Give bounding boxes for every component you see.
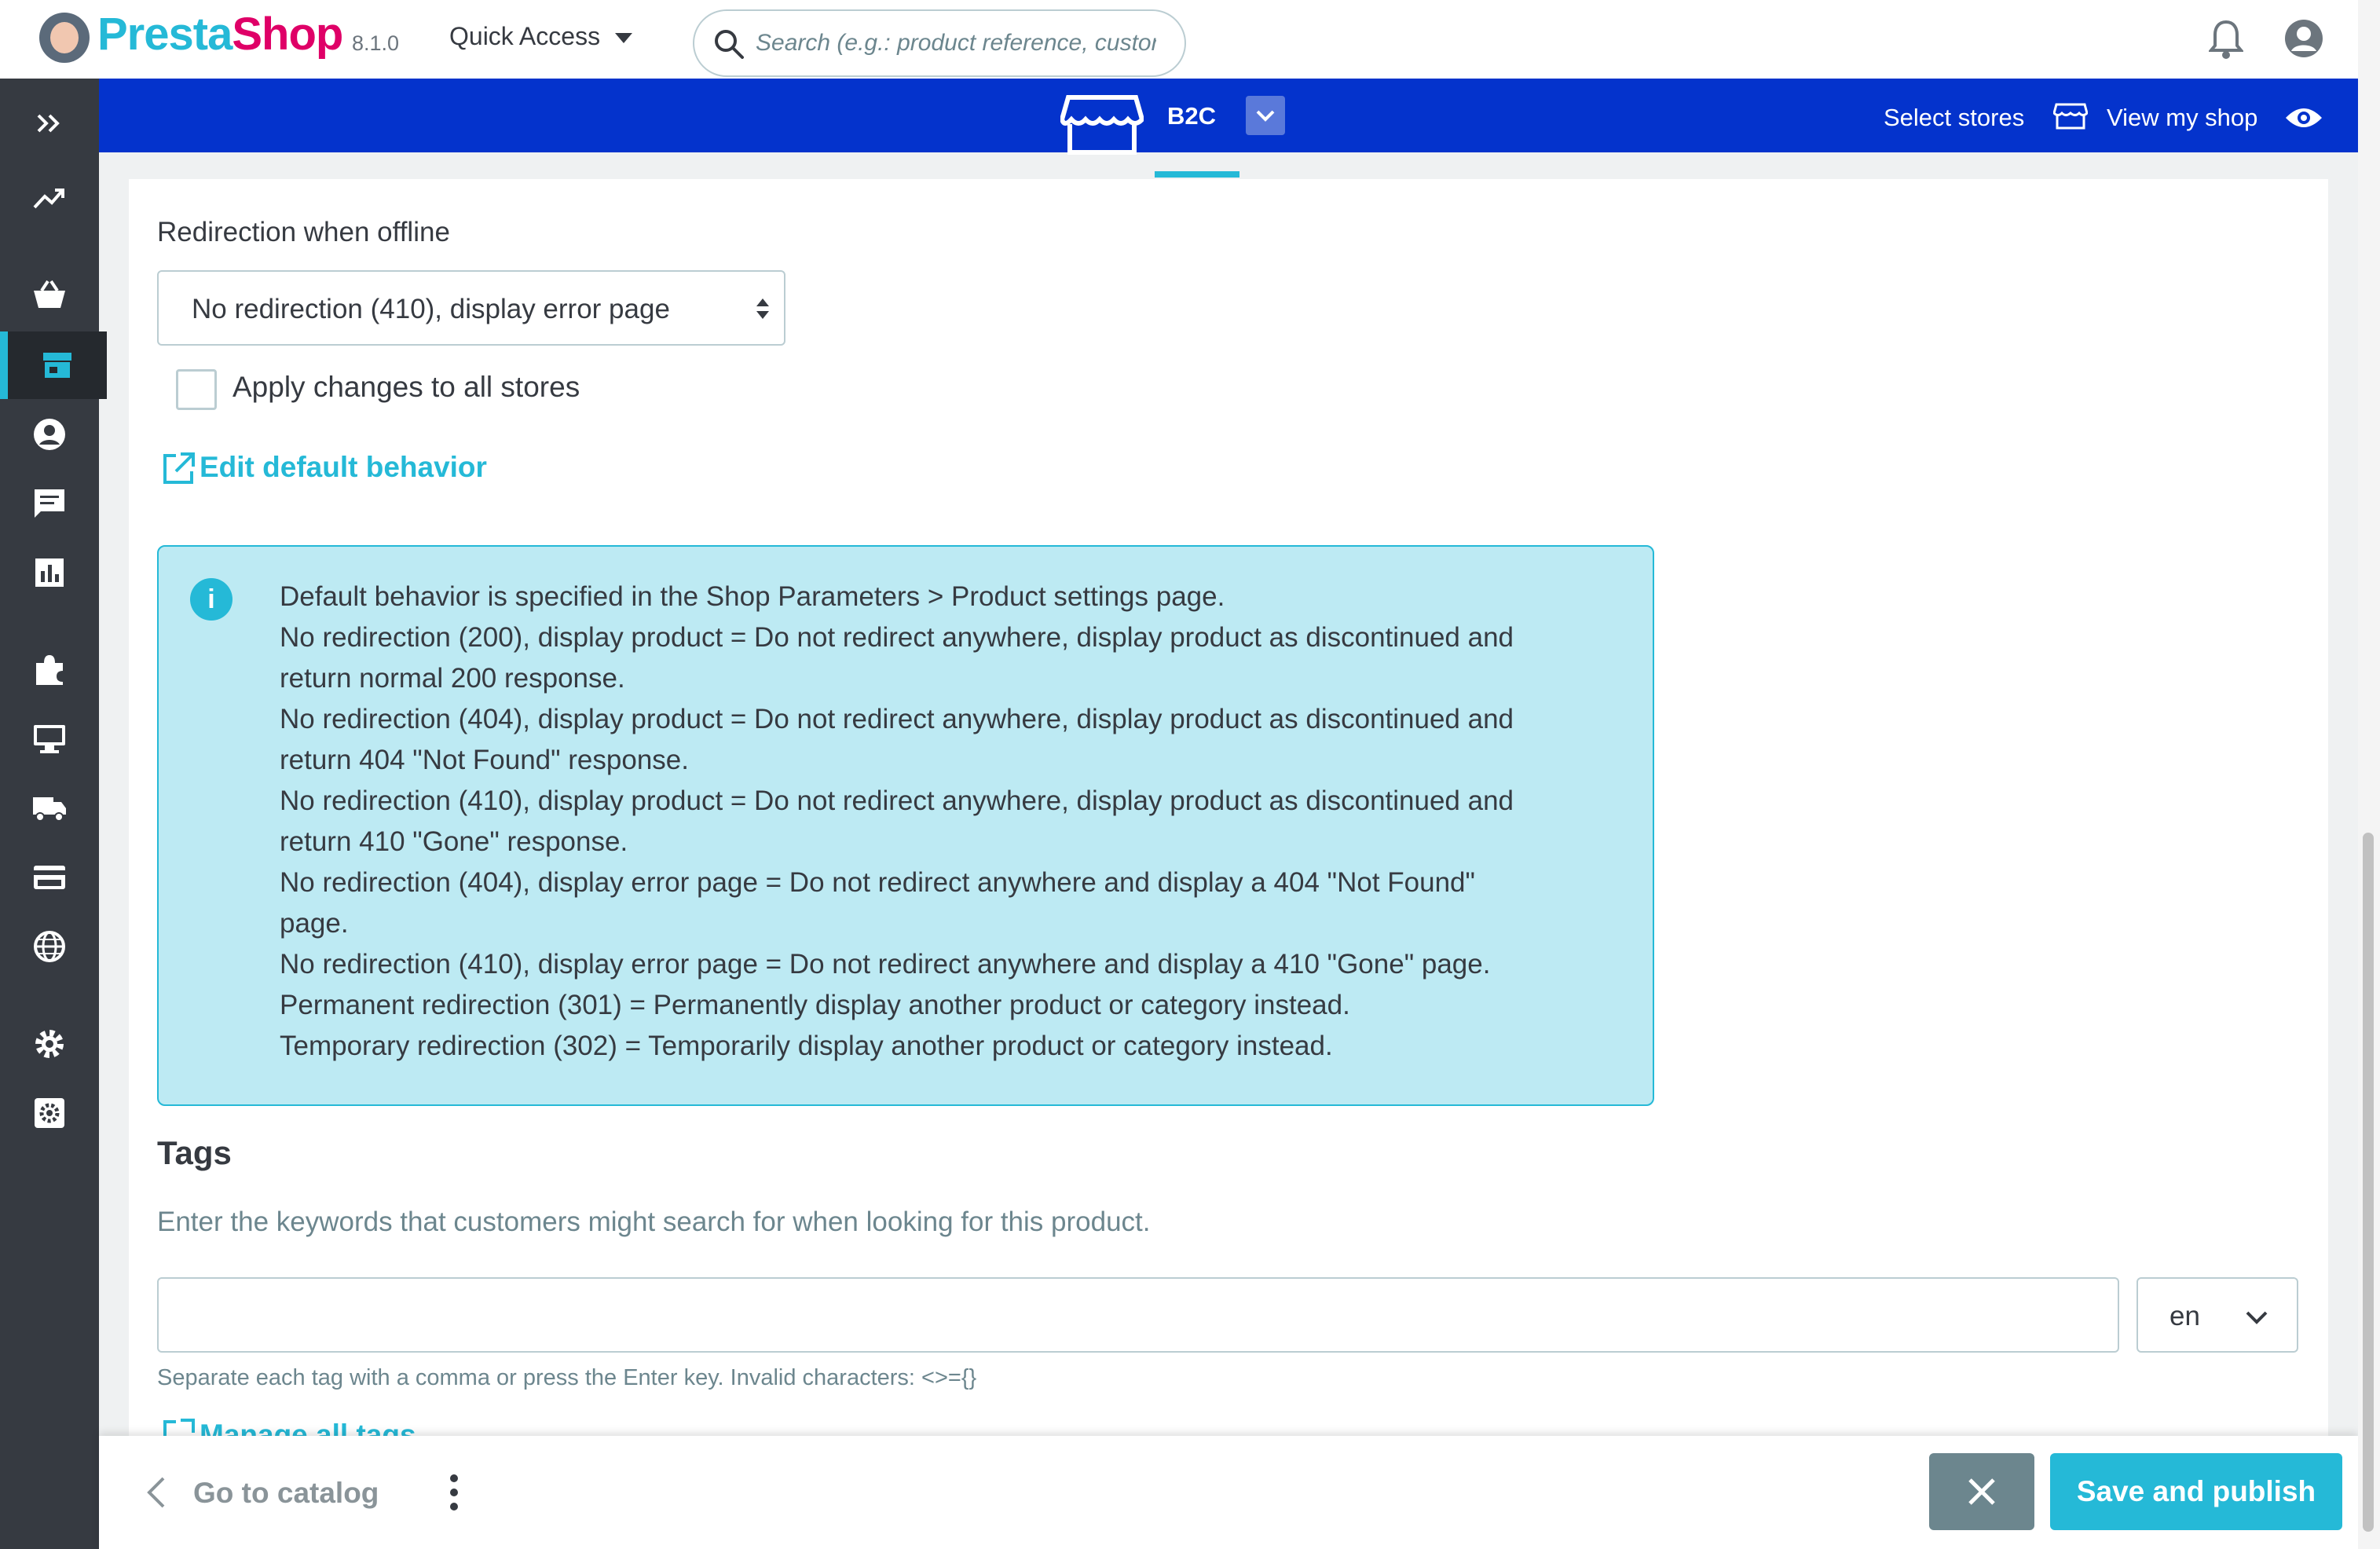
- close-icon: [1968, 1478, 1995, 1505]
- save-and-publish-button[interactable]: Save and publish: [2050, 1453, 2342, 1530]
- tags-input[interactable]: [157, 1277, 2119, 1353]
- apply-all-stores-checkbox[interactable]: [176, 369, 217, 410]
- select-stores-link[interactable]: Select stores: [1884, 104, 2024, 132]
- external-link-icon[interactable]: [162, 452, 195, 485]
- scrollbar-thumb[interactable]: [2363, 833, 2374, 1532]
- chevron-left-icon[interactable]: [145, 1475, 168, 1510]
- info-icon: i: [190, 578, 233, 621]
- more-options-icon[interactable]: [448, 1474, 460, 1511]
- info-line: No redirection (410), display product = …: [280, 785, 1514, 816]
- info-line: Permanent redirection (301) = Permanentl…: [280, 990, 1350, 1020]
- tags-note: Separate each tag with a comma or press …: [157, 1365, 977, 1390]
- truck-icon[interactable]: [0, 774, 99, 842]
- logo-text-presta: Presta: [97, 9, 233, 60]
- info-line: No redirection (404), display product = …: [280, 704, 1514, 734]
- info-line: No redirection (404), display error page…: [280, 867, 1475, 898]
- info-line: return normal 200 response.: [280, 663, 625, 694]
- expand-icon[interactable]: [0, 90, 99, 157]
- redirection-select[interactable]: No redirection (410), display error page: [157, 270, 785, 346]
- cancel-button[interactable]: [1929, 1453, 2034, 1530]
- edit-default-behavior-link[interactable]: Edit default behavior: [200, 451, 487, 484]
- advanced-gear-icon[interactable]: [0, 1079, 99, 1147]
- info-line: page.: [280, 908, 349, 939]
- tags-help-text: Enter the keywords that customers might …: [157, 1207, 1151, 1237]
- redirection-selected-value: No redirection (410), display error page: [192, 294, 670, 324]
- search-placeholder: Search (e.g.: product reference, custon: [756, 30, 1156, 56]
- prestashop-logo-text[interactable]: PrestaShop: [97, 8, 343, 60]
- active-store-indicator: [1155, 171, 1239, 178]
- store-icon[interactable]: [2053, 102, 2088, 130]
- info-line: Default behavior is specified in the Sho…: [280, 581, 1225, 612]
- search-icon[interactable]: [713, 28, 745, 60]
- select-arrows-icon: [756, 298, 769, 319]
- monitor-icon[interactable]: [0, 705, 99, 773]
- basket-icon[interactable]: [0, 261, 99, 328]
- globe-icon[interactable]: [0, 913, 99, 980]
- version-label: 8.1.0: [352, 31, 400, 55]
- stats-icon[interactable]: [0, 539, 99, 606]
- customer-icon[interactable]: [0, 401, 99, 468]
- trending-up-icon[interactable]: [0, 165, 99, 233]
- info-line: No redirection (200), display product = …: [280, 622, 1514, 653]
- view-my-shop-link[interactable]: View my shop: [2107, 104, 2257, 132]
- tags-language-select[interactable]: en: [2137, 1277, 2298, 1353]
- chevron-down-icon: [2246, 1311, 2268, 1324]
- logo-text-shop: Shop: [232, 9, 343, 60]
- info-line: return 410 "Gone" response.: [280, 826, 628, 857]
- gear-icon[interactable]: [0, 1010, 99, 1078]
- bell-icon[interactable]: [2209, 19, 2243, 60]
- redirection-label: Redirection when offline: [157, 217, 450, 247]
- quick-access-label: Quick Access: [449, 22, 601, 50]
- go-to-catalog-link[interactable]: Go to catalog: [193, 1477, 379, 1510]
- caret-down-icon: [614, 32, 632, 43]
- external-link-icon[interactable]: [162, 1419, 195, 1436]
- sidebar-nav: [0, 79, 107, 1549]
- eye-icon[interactable]: [2284, 105, 2323, 130]
- apply-all-stores-label[interactable]: Apply changes to all stores: [233, 371, 580, 404]
- chat-icon[interactable]: [0, 470, 99, 537]
- store-icon[interactable]: [0, 331, 107, 399]
- store-name: B2C: [1167, 102, 1217, 130]
- info-line: No redirection (410), display error page…: [280, 949, 1491, 980]
- puzzle-icon[interactable]: [0, 636, 99, 704]
- info-line: return 404 "Not Found" response.: [280, 745, 689, 775]
- store-dropdown-button[interactable]: [1246, 96, 1285, 135]
- account-icon[interactable]: [2284, 19, 2323, 58]
- store-awning-icon: [1060, 95, 1144, 155]
- credit-card-icon[interactable]: [0, 844, 99, 911]
- chevron-down-icon: [1256, 110, 1275, 122]
- quick-access-dropdown[interactable]: Quick Access: [449, 22, 632, 51]
- prestashop-logo-icon[interactable]: [39, 13, 90, 63]
- tags-heading: Tags: [157, 1134, 232, 1171]
- info-line: Temporary redirection (302) = Temporaril…: [280, 1031, 1333, 1061]
- language-value: en: [2169, 1301, 2200, 1331]
